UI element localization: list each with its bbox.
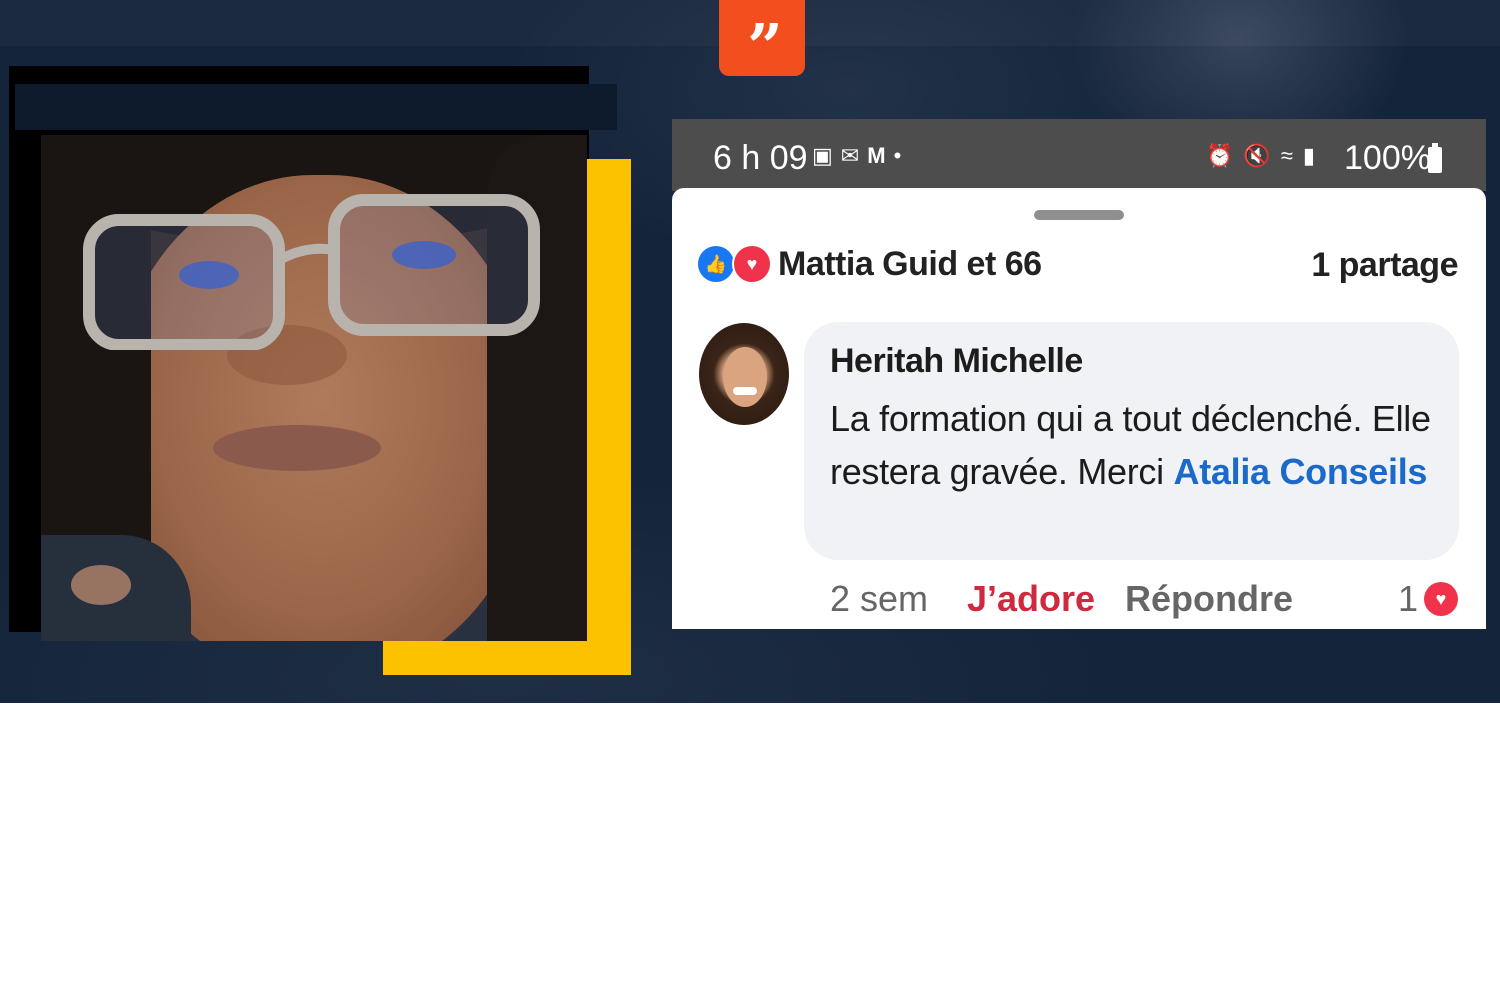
shares-count[interactable]: 1 partage: [1311, 246, 1458, 285]
battery-percentage: 100%: [1344, 139, 1431, 177]
signal-icon: ▮: [1302, 143, 1315, 168]
mail-icon: ✉: [840, 143, 860, 168]
mute-icon: 🔇: [1243, 143, 1271, 168]
comment-time: 2 sem: [830, 578, 929, 619]
quote-icon: ”: [719, 0, 805, 78]
gmail-icon: M: [867, 143, 886, 168]
comment-reaction-number: 1: [1397, 578, 1418, 619]
comment-author[interactable]: Heritah Michelle: [830, 342, 1083, 381]
drag-handle[interactable]: [1034, 210, 1124, 220]
testimonial-banner: ” 6 h 09 ▣ ✉ M • ⏰ 🔇 ≈ ▮ 100% 👍 ♥ Mattia…: [0, 0, 1500, 703]
battery-icon: [1428, 143, 1442, 173]
love-button[interactable]: J’adore: [967, 578, 1095, 620]
reactions-summary: Mattia Guid et 66: [778, 244, 1042, 283]
reply-button[interactable]: Répondre: [1125, 578, 1293, 620]
glasses-shape: [83, 194, 540, 350]
photo-frame-strip: [15, 84, 617, 130]
alarm-icon: ⏰: [1206, 143, 1234, 168]
status-time: 6 h 09: [713, 139, 808, 177]
image-icon: ▣: [812, 143, 833, 168]
phone-status-bar: 6 h 09 ▣ ✉ M • ⏰ 🔇 ≈ ▮ 100%: [672, 119, 1486, 191]
status-system-icons: ⏰ 🔇 ≈ ▮: [1206, 143, 1315, 169]
comment-bubble: Heritah Michelle La formation qui a tout…: [804, 322, 1459, 560]
dot-icon: •: [893, 143, 902, 168]
wifi-icon: ≈: [1280, 143, 1293, 168]
comment-text: La formation qui a tout déclenché. Elle …: [830, 392, 1440, 498]
testimonial-photo: [41, 135, 587, 641]
facebook-comment-card: 👍 ♥ Mattia Guid et 66 1 partage Heritah …: [672, 188, 1486, 629]
love-reaction-icon: ♥: [732, 244, 772, 284]
post-reactions[interactable]: 👍 ♥ Mattia Guid et 66: [696, 244, 1042, 284]
status-notification-icons: ▣ ✉ M •: [812, 143, 901, 169]
comment-mention-link[interactable]: Atalia Conseils: [1174, 451, 1428, 492]
avatar[interactable]: [699, 323, 789, 425]
like-reaction-icon: 👍: [696, 244, 736, 284]
comment-reaction-count[interactable]: 1 ♥: [1398, 578, 1458, 620]
heart-icon: ♥: [1424, 582, 1458, 616]
